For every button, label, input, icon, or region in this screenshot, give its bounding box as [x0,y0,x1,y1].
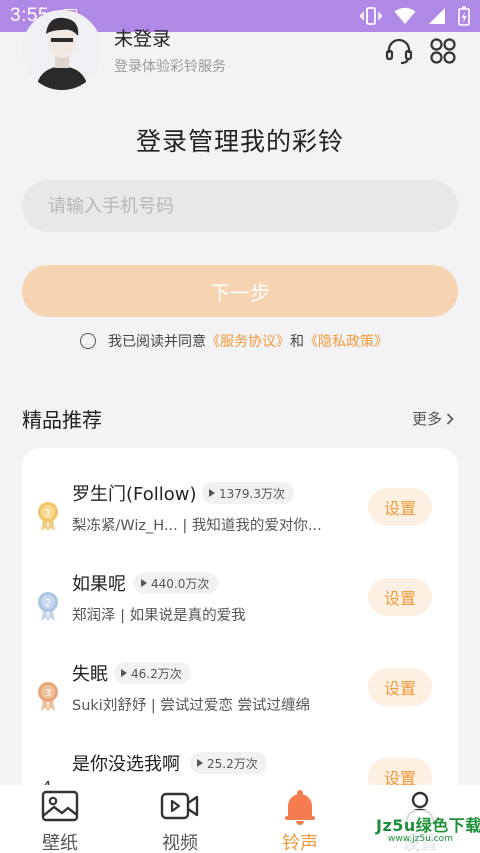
rank-number: 1 [45,508,51,519]
set-ringtone-button[interactable]: 设置 [368,488,432,526]
avatar[interactable] [22,10,102,90]
song-title: 是你没选我啊 [72,754,180,775]
agree-prefix-text: 我已阅读并同意 [108,334,206,350]
bell-icon [285,790,315,825]
video-icon [160,792,199,820]
list-item[interactable]: 1 罗生门(Follow) 1379.3万次 梨冻紧/Wiz_H... | 我知… [22,478,458,568]
vibrate-icon [360,7,382,25]
bronze-medal-icon: 3 [38,682,58,711]
list-item[interactable]: 3 失眠 46.2万次 Suki刘舒妤 | 尝试过爱恋 尝试过缠绵 设置 [22,658,458,748]
nav-tab-wallpaper[interactable]: 壁纸 [0,785,120,853]
privacy-policy-link[interactable]: 《隐私政策》 [304,331,388,351]
status-icons [360,6,470,26]
nav-label: 铃声 [282,833,318,853]
more-link[interactable]: 更多 [412,408,454,429]
rank-number: 2 [45,598,51,609]
gold-medal-icon: 1 [38,502,58,531]
play-count: 1379.3万次 [219,486,285,501]
nav-label: 壁纸 [42,833,78,853]
song-title: 如果呢 [72,574,126,595]
play-count: 46.2万次 [131,666,182,681]
profile-subtitle: 登录体验彩铃服务 [114,59,226,75]
play-count-badge: 46.2万次 [114,662,191,684]
apps-grid-icon[interactable] [428,36,458,66]
silver-medal-icon: 2 [38,592,58,621]
login-title: 登录管理我的彩铃 [135,127,344,156]
recommend-list: 1 罗生门(Follow) 1379.3万次 梨冻紧/Wiz_H... | 我知… [22,448,458,808]
service-agreement-link[interactable]: 《服务协议》 [206,331,290,351]
set-ringtone-button[interactable]: 设置 [368,578,432,616]
battery-icon [458,6,470,26]
chevron-right-icon [446,412,454,425]
signal-icon [429,8,445,24]
play-icon [141,579,147,587]
next-button[interactable]: 下一步 [22,265,458,317]
watermark-sub: www.jz5u.com [388,834,453,844]
default-avatar-icon [22,10,102,90]
rank-number: 3 [45,688,51,699]
list-item[interactable]: 2 如果呢 440.0万次 郑润泽 | 如果说是真的爱我 设置 [22,568,458,658]
play-icon [197,759,203,767]
wallpaper-icon [41,790,79,822]
agree-checkbox[interactable] [80,333,96,349]
song-subtitle: 梨冻紧/Wiz_H... | 我知道我的爱对你... [72,518,322,534]
profile-name[interactable]: 未登录 [114,24,171,51]
more-label: 更多 [411,410,442,428]
set-ringtone-button[interactable]: 设置 [368,668,432,706]
watermark-main: Jz5u绿色下载 [376,816,480,835]
agreement-row: 我已阅读并同意 《服务协议》 和 《隐私政策》 [80,330,388,352]
watermark: Jz5u绿色下载 www.jz5u.com [372,810,480,850]
play-icon [121,669,127,677]
agree-and-text: 和 [290,334,304,350]
nav-label: 视频 [162,833,198,853]
wifi-icon [394,7,416,24]
song-subtitle: Suki刘舒妤 | 尝试过爱恋 尝试过缠绵 [72,698,311,714]
song-title: 罗生门(Follow) [72,484,197,505]
section-title: 精品推荐 [22,408,102,432]
phone-input[interactable] [22,180,458,232]
song-subtitle: 郑润泽 | 如果说是真的爱我 [72,608,246,624]
play-count-badge: 25.2万次 [190,752,267,774]
nav-tab-video[interactable]: 视频 [120,785,240,853]
play-count-badge: 1379.3万次 [202,482,294,504]
nav-tab-ringtone[interactable]: 铃声 [240,785,360,853]
play-count: 440.0万次 [151,576,210,591]
play-icon [209,489,215,497]
play-count-badge: 440.0万次 [134,572,219,594]
song-title: 失眠 [72,664,108,685]
play-count: 25.2万次 [207,756,258,771]
customer-service-icon[interactable] [384,36,414,66]
